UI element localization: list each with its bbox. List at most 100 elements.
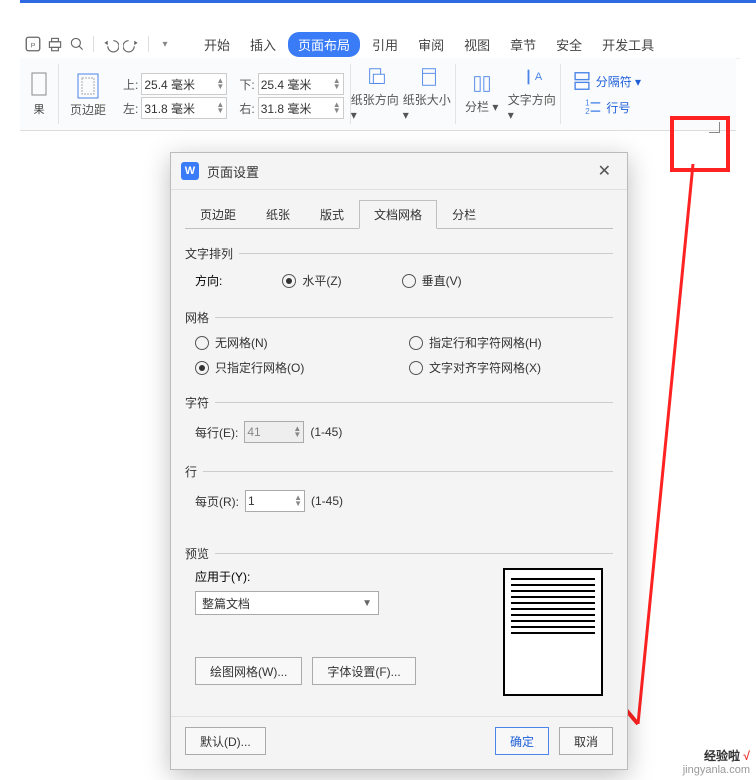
tab-doc-grid[interactable]: 文档网格: [359, 200, 437, 229]
menu-tab-insert[interactable]: 插入: [242, 32, 284, 57]
dialog-title-text: 页面设置: [207, 162, 259, 181]
menu-tab-references[interactable]: 引用: [364, 32, 406, 57]
svg-text:2: 2: [585, 107, 590, 116]
radio-no-grid[interactable]: 无网格(N): [195, 334, 389, 351]
radio-dot-icon: [402, 274, 416, 288]
legend-text-arrange: 文字排列: [185, 245, 233, 262]
legend-preview: 预览: [185, 545, 209, 562]
tab-columns[interactable]: 分栏: [437, 200, 491, 229]
radio-horizontal[interactable]: 水平(Z): [282, 272, 341, 289]
page-setup-dialog: W 页面设置 ✕ 页边距 纸张 版式 文档网格 分栏 文字排列 方向: 水平(Z…: [170, 152, 628, 770]
overflow-icon[interactable]: ▾: [156, 35, 174, 53]
per-line-input: 41▲▼: [244, 421, 304, 443]
margin-right-input[interactable]: 31.8 毫米▲▼: [258, 97, 344, 119]
fieldset-preview: 预览 应用于(Y): 整篇文档 ▼ 绘图网格(W)... 字体设置(F)...: [185, 545, 613, 696]
direction-label: 方向:: [195, 272, 222, 289]
margin-values-right: 下: 25.4 毫米▲▼ 右: 31.8 毫米▲▼: [233, 58, 349, 130]
watermark: 经验啦 √ jingyanla.com: [683, 747, 750, 776]
margin-values-left: 上: 25.4 毫米▲▼ 左: 31.8 毫米▲▼: [117, 58, 233, 130]
svg-text:P: P: [31, 42, 36, 49]
ok-button[interactable]: 确定: [495, 727, 549, 755]
fieldset-chars: 字符 每行(E): 41▲▼ (1-45): [185, 394, 613, 447]
ribbon-right-group: 分隔符 ▾ 12 行号: [561, 58, 651, 130]
draw-grid-button[interactable]: 绘图网格(W)...: [195, 657, 302, 685]
menu-bar: P ▾ 开始 插入 页面布局 引用 审阅 视图 章节 安全 开发工具: [20, 30, 740, 59]
margins-icon: [75, 71, 101, 101]
columns-button[interactable]: 分栏 ▾: [456, 58, 508, 130]
doc-icon: [30, 71, 48, 101]
margin-bottom-input[interactable]: 25.4 毫米▲▼: [258, 73, 344, 95]
fieldset-text-arrange: 文字排列 方向: 水平(Z) 垂直(V): [185, 245, 613, 293]
separator-label: 分隔符 ▾: [596, 73, 641, 90]
cancel-button[interactable]: 取消: [559, 727, 613, 755]
tab-margins[interactable]: 页边距: [185, 200, 251, 229]
dialog-body: 页边距 纸张 版式 文档网格 分栏 文字排列 方向: 水平(Z) 垂直(V) 网…: [171, 190, 627, 716]
per-page-label: 每页(R):: [195, 493, 239, 510]
per-line-range: (1-45): [310, 425, 342, 439]
preview-icon[interactable]: [68, 35, 86, 53]
menu-tab-devtools[interactable]: 开发工具: [594, 32, 662, 57]
redo-icon[interactable]: [123, 35, 141, 53]
paper-size-button[interactable]: 纸张大小 ▾: [403, 58, 455, 130]
fieldset-rows: 行 每页(R): 1▲▼ (1-45): [185, 463, 613, 516]
watermark-text: 经验啦: [704, 749, 740, 763]
menu-tab-chapter[interactable]: 章节: [502, 32, 544, 57]
radio-align-char-grid[interactable]: 文字对齐字符网格(X): [409, 359, 603, 376]
font-settings-button[interactable]: 字体设置(F)...: [312, 657, 415, 685]
per-page-range: (1-45): [311, 494, 343, 508]
text-direction-button[interactable]: A 文字方向 ▾: [508, 58, 560, 130]
menu-tab-review[interactable]: 审阅: [410, 32, 452, 57]
arrow-top: [628, 164, 698, 724]
line-number-button[interactable]: 12 行号: [567, 96, 645, 118]
margin-right-label: 右:: [239, 100, 254, 117]
orientation-label: 纸张方向 ▾: [351, 91, 403, 122]
margin-left-label: 左:: [123, 100, 138, 117]
menu-tab-start[interactable]: 开始: [196, 32, 238, 57]
close-icon[interactable]: ✕: [592, 157, 617, 185]
orientation-icon: [366, 66, 388, 88]
paper-size-icon: [418, 66, 440, 88]
radio-row-char-grid[interactable]: 指定行和字符网格(H): [409, 334, 603, 351]
margin-bottom-label: 下:: [239, 76, 254, 93]
apply-to-select[interactable]: 整篇文档 ▼: [195, 591, 379, 615]
per-line-label: 每行(E):: [195, 424, 238, 441]
radio-vertical[interactable]: 垂直(V): [402, 272, 462, 289]
margin-left-input[interactable]: 31.8 毫米▲▼: [141, 97, 227, 119]
margins-button[interactable]: 页边距: [59, 58, 117, 130]
menu-tab-view[interactable]: 视图: [456, 32, 498, 57]
apply-to-label: 应用于(Y):: [195, 568, 416, 585]
radio-dot-icon: [195, 336, 209, 350]
dialog-footer: 默认(D)... 确定 取消: [171, 716, 627, 769]
undo-icon[interactable]: [101, 35, 119, 53]
svg-text:A: A: [535, 71, 543, 83]
margin-top-input[interactable]: 25.4 毫米▲▼: [141, 73, 227, 95]
window-top-accent: [20, 0, 756, 31]
pdf-icon[interactable]: P: [24, 35, 42, 53]
result-label: 果: [34, 101, 45, 117]
legend-grid: 网格: [185, 309, 209, 326]
break-icon: [571, 70, 593, 92]
dialog-titlebar: W 页面设置 ✕: [171, 153, 627, 190]
default-button[interactable]: 默认(D)...: [185, 727, 266, 755]
highlight-box-launcher: [670, 116, 730, 172]
ribbon-leading-group: 果: [20, 58, 58, 130]
apply-to-value: 整篇文档: [202, 595, 250, 612]
line-number-label: 行号: [606, 99, 630, 116]
radio-dot-icon: [409, 361, 423, 375]
per-page-input[interactable]: 1▲▼: [245, 490, 305, 512]
separator-menu-button[interactable]: 分隔符 ▾: [567, 70, 645, 92]
check-icon: √: [743, 749, 750, 763]
radio-row-only-grid[interactable]: 只指定行网格(O): [195, 359, 389, 376]
separator: [93, 36, 94, 52]
columns-label: 分栏 ▾: [465, 98, 498, 115]
tab-layout[interactable]: 版式: [305, 200, 359, 229]
legend-rows: 行: [185, 463, 197, 480]
menu-tab-security[interactable]: 安全: [548, 32, 590, 57]
tab-paper[interactable]: 纸张: [251, 200, 305, 229]
margin-top-label: 上:: [123, 76, 138, 93]
lineno-icon: 12: [581, 96, 603, 118]
print-icon[interactable]: [46, 35, 64, 53]
text-direction-label: 文字方向 ▾: [508, 91, 560, 122]
orientation-button[interactable]: 纸张方向 ▾: [351, 58, 403, 130]
menu-tab-page-layout[interactable]: 页面布局: [288, 32, 360, 57]
